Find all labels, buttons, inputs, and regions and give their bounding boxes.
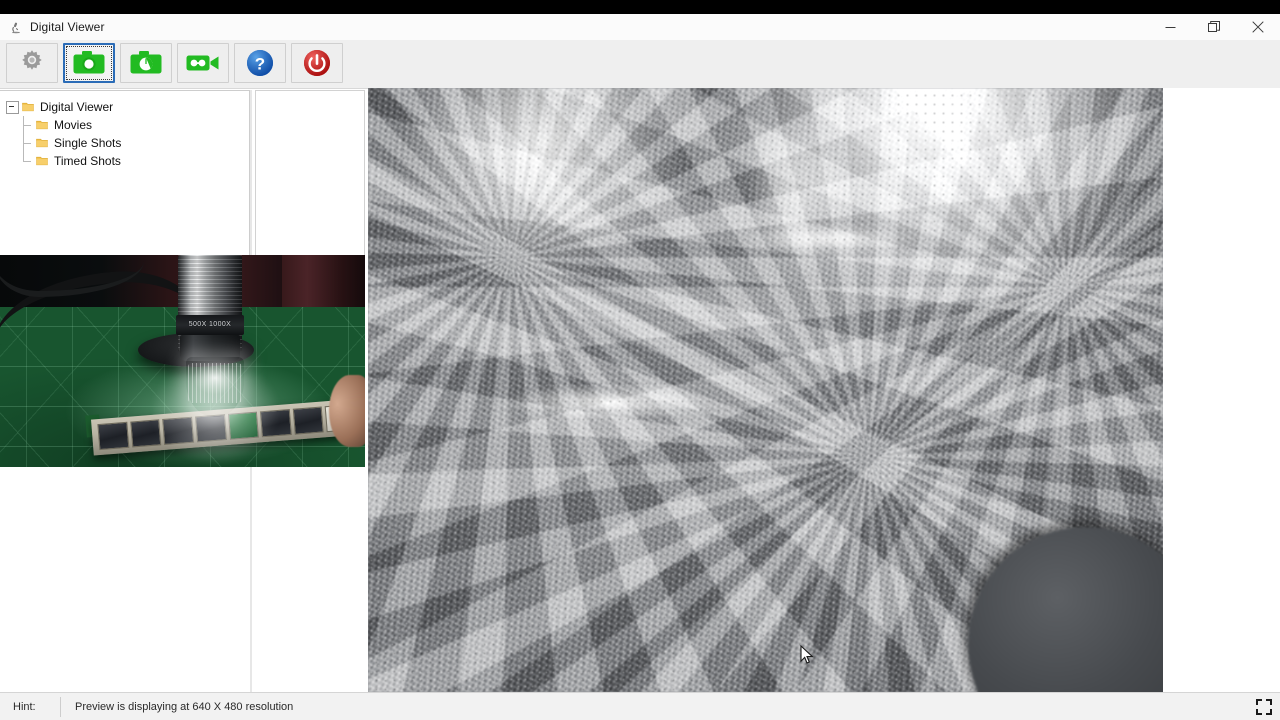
preview-right-padding xyxy=(1163,88,1280,692)
question-mark-icon: ? xyxy=(246,49,274,77)
record-video-button[interactable] xyxy=(177,43,229,83)
tree-elbow xyxy=(22,116,35,134)
snapshot-button[interactable] xyxy=(63,43,115,83)
title-bar[interactable]: Digital Viewer xyxy=(0,14,1280,40)
tree-item-single-shots[interactable]: Single Shots xyxy=(0,134,249,152)
folder-icon xyxy=(36,119,48,131)
help-button[interactable]: ? xyxy=(234,43,286,83)
finger xyxy=(329,375,365,447)
folder-icon xyxy=(36,137,48,149)
ssd-chip xyxy=(292,406,325,435)
video-camera-icon xyxy=(186,52,220,74)
ssd-chip xyxy=(97,421,129,451)
screen: Digital Viewer ? Digital Viewer Movies S… xyxy=(0,0,1280,720)
tree-item-timed-shots-label: Timed Shots xyxy=(54,154,121,168)
minimize-button[interactable] xyxy=(1148,14,1192,40)
timed-shot-button[interactable] xyxy=(120,43,172,83)
window-controls xyxy=(1148,14,1280,40)
webcam-overlay[interactable]: 500X 1000X xyxy=(0,255,365,467)
microscope-magnification-label: 500X 1000X xyxy=(188,321,232,328)
letterbox-top xyxy=(0,0,1280,14)
close-button[interactable] xyxy=(1236,14,1280,40)
settings-button[interactable] xyxy=(6,43,58,83)
tree-item-movies-label: Movies xyxy=(54,118,93,132)
camera-timer-icon xyxy=(130,50,162,76)
folder-tree: Digital Viewer Movies Single Shots Timed… xyxy=(0,91,249,170)
status-hint-label: Hint: xyxy=(13,700,36,713)
microscope-icon xyxy=(7,20,23,36)
folder-tree-panel[interactable]: Digital Viewer Movies Single Shots Timed… xyxy=(0,90,250,270)
tree-item-root-label: Digital Viewer xyxy=(40,100,114,114)
svg-text:?: ? xyxy=(255,55,265,74)
folder-icon xyxy=(36,155,48,167)
status-hint-text: Preview is displaying at 640 X 480 resol… xyxy=(75,700,294,713)
tree-item-movies[interactable]: Movies xyxy=(0,116,249,134)
left-blank-area xyxy=(0,466,250,692)
window-title: Digital Viewer xyxy=(30,20,105,34)
tree-item-single-shots-label: Single Shots xyxy=(54,136,122,150)
tree-elbow xyxy=(22,134,35,152)
tree-item-root[interactable]: Digital Viewer xyxy=(0,98,249,116)
status-bar: Hint: Preview is displaying at 640 X 480… xyxy=(0,692,1280,720)
toolbar: ? xyxy=(0,40,1280,89)
tree-item-timed-shots[interactable]: Timed Shots xyxy=(0,152,249,170)
microscope-lens-ribs xyxy=(188,363,242,403)
fullscreen-grip-icon[interactable] xyxy=(1254,697,1274,717)
power-icon xyxy=(303,49,331,77)
live-microscope-preview[interactable] xyxy=(368,88,1163,692)
exit-button[interactable] xyxy=(291,43,343,83)
app-window: Digital Viewer ? Digital Viewer Movies S… xyxy=(0,14,1280,720)
thumbnail-panel[interactable] xyxy=(255,90,365,270)
folder-icon xyxy=(22,101,34,113)
restore-button[interactable] xyxy=(1192,14,1236,40)
tree-elbow xyxy=(22,152,35,170)
collapse-icon[interactable] xyxy=(6,100,19,114)
camera-icon xyxy=(73,50,105,76)
gear-icon xyxy=(17,48,47,78)
